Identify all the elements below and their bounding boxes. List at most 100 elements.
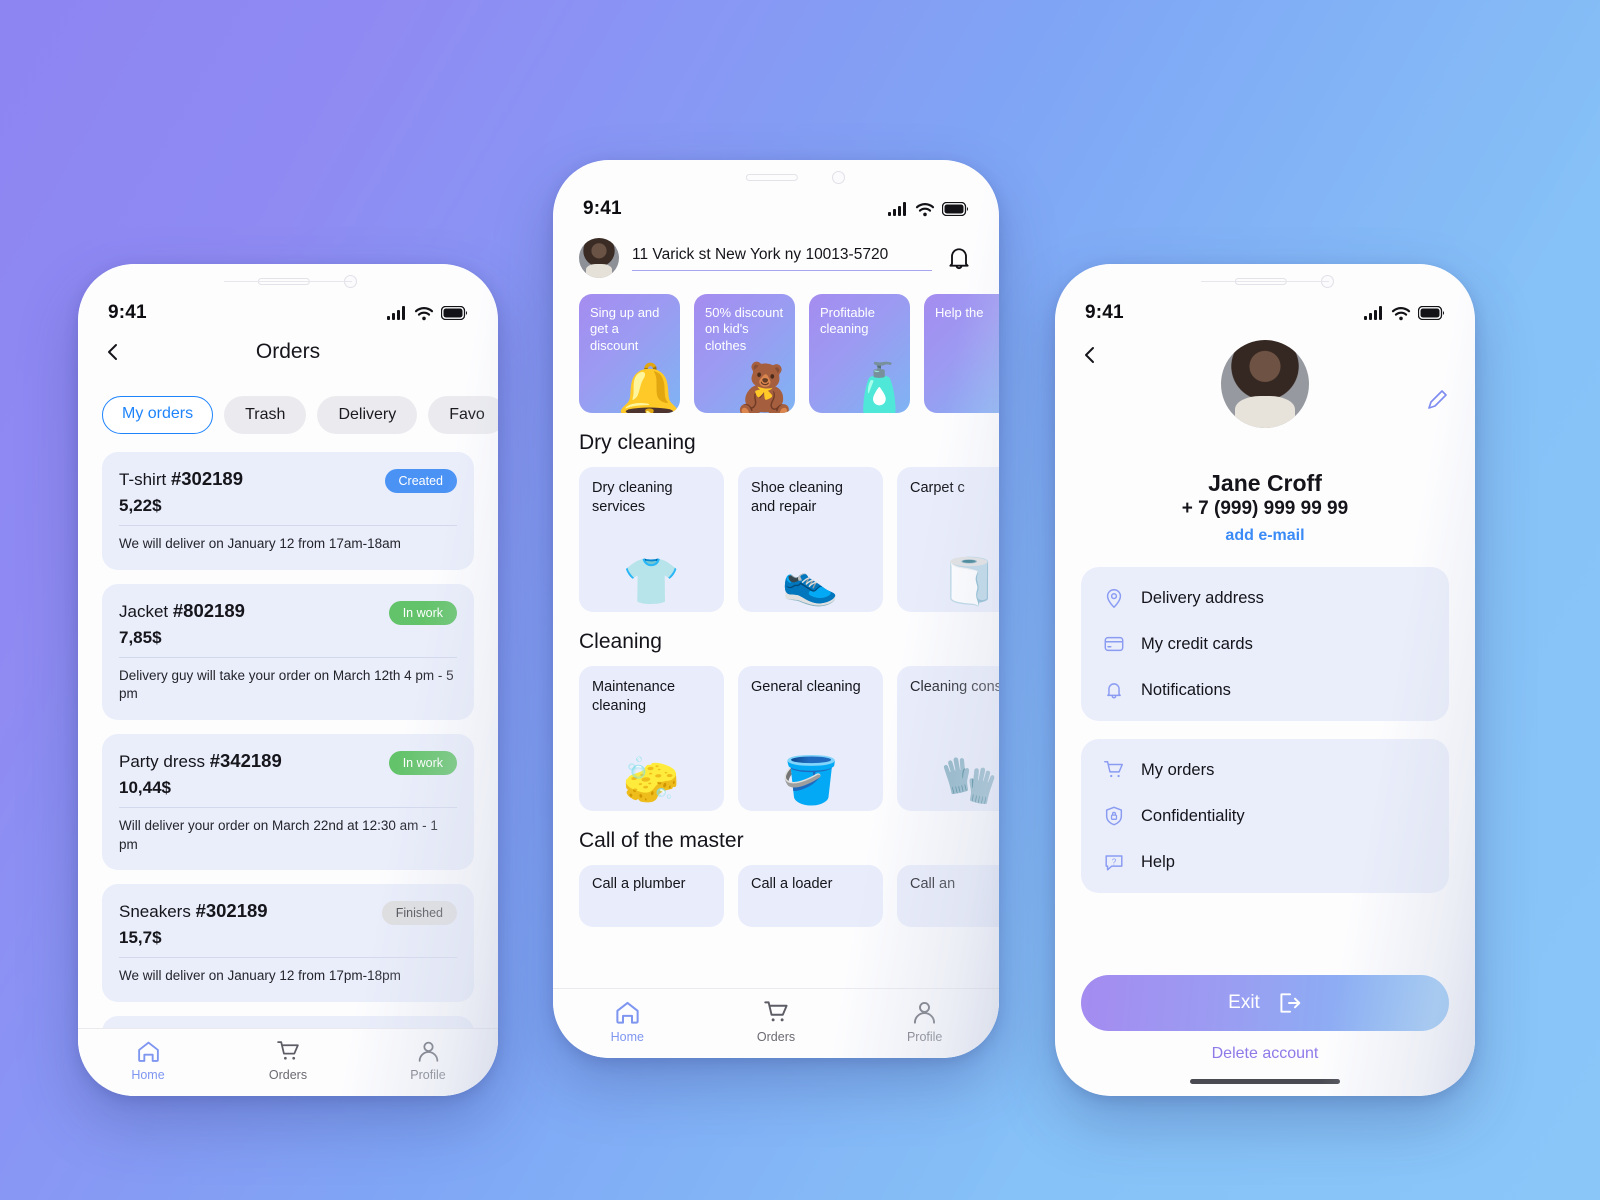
status-divider <box>224 281 352 283</box>
chip-favorites[interactable]: Favo <box>428 396 498 434</box>
status-time: 9:41 <box>1085 302 1124 323</box>
shirt-emoji-icon: 👕 <box>622 555 681 607</box>
order-note: Will deliver your order on March 22nd at… <box>119 817 438 852</box>
tab-orders-label: Orders <box>756 1030 796 1044</box>
battery-icon <box>1418 306 1445 320</box>
order-card[interactable]: Party dress #342189 In work 10,44$ Will … <box>102 733 474 871</box>
service-card-label: Dry cleaning services <box>592 480 673 515</box>
phone3-notch <box>1055 270 1475 296</box>
exit-button[interactable]: Exit <box>1081 975 1449 1031</box>
chip-trash[interactable]: Trash <box>224 396 307 434</box>
order-card[interactable]: T-shirt #302189 Created 5,22$ We will de… <box>102 452 474 570</box>
phone2-notch <box>553 166 999 192</box>
service-card[interactable]: Cleaning construc 🧤 <box>897 666 999 811</box>
order-card[interactable]: Sneakers #302189 Finished 15,7$ We will … <box>102 884 474 1002</box>
phone1-nav-header: Orders <box>78 330 498 374</box>
tab-profile[interactable]: Profile <box>358 1039 498 1082</box>
dry-cleaning-card-row[interactable]: Dry cleaning services 👕 Shoe cleaning an… <box>553 455 999 612</box>
menu-item-delivery-address[interactable]: Delivery address <box>1081 575 1449 621</box>
phone3-status-bar: 9:41 <box>1055 281 1475 330</box>
cleaning-card-row[interactable]: Maintenance cleaning 🧽 General cleaning … <box>553 654 999 811</box>
menu-item-credit-cards[interactable]: My credit cards <box>1081 621 1449 667</box>
page-title: Orders <box>255 340 321 363</box>
chip-my-orders[interactable]: My orders <box>102 396 214 434</box>
status-time: 9:41 <box>108 302 147 323</box>
promo-banner[interactable]: Profitable cleaning 🧴 <box>809 294 910 413</box>
status-divider <box>1201 281 1329 283</box>
service-card[interactable]: Shoe cleaning and repair 👟 <box>738 467 883 612</box>
tab-orders[interactable]: Orders <box>218 1039 358 1082</box>
bell-emoji-icon: 🔔 <box>617 362 680 413</box>
call-card[interactable]: Call a loader <box>738 865 883 927</box>
menu-item-help[interactable]: ? Help <box>1081 839 1449 885</box>
phone2-status-bar: 9:41 <box>553 192 999 226</box>
service-card[interactable]: Maintenance cleaning 🧽 <box>579 666 724 811</box>
cellular-signal-icon <box>1364 305 1382 320</box>
home-indicator <box>1190 1079 1340 1084</box>
service-card[interactable]: General cleaning 🪣 <box>738 666 883 811</box>
order-card[interactable]: Maintenance #302189 Finished Cleaning <box>102 1015 474 1028</box>
call-card[interactable]: Call a plumber <box>579 865 724 927</box>
tab-home[interactable]: Home <box>553 999 702 1044</box>
order-card[interactable]: Jacket #802189 In work 7,85$ Delivery gu… <box>102 583 474 720</box>
bell-icon[interactable] <box>945 244 973 272</box>
wifi-icon <box>414 306 434 320</box>
order-number: #342189 <box>209 749 282 771</box>
order-note: We will deliver on January 12 from 17pm-… <box>119 968 401 984</box>
profile-avatar[interactable] <box>1221 340 1309 428</box>
tab-orders[interactable]: Orders <box>702 999 851 1044</box>
location-pin-icon <box>1106 589 1122 609</box>
battery-icon <box>942 202 969 216</box>
tab-home[interactable]: Home <box>78 1039 218 1082</box>
promo-banner[interactable]: 50% discount on kid's clothes 🧸 <box>694 294 795 413</box>
divider <box>119 656 457 658</box>
order-item-name: Jacket <box>119 601 169 621</box>
phone-profile: 9:41 Jane Croff + 7 (999) 999 99 99 add … <box>1055 264 1475 1096</box>
order-item-name: T-shirt <box>119 470 167 489</box>
credit-card-icon <box>1104 636 1124 652</box>
tab-profile[interactable]: Profile <box>850 999 999 1044</box>
chevron-left-icon[interactable] <box>1081 346 1099 364</box>
promo-banner-text: Help the <box>935 305 984 320</box>
phone1-status-bar: 9:41 <box>78 281 498 330</box>
section-title-call-master: Call of the master <box>579 829 744 852</box>
call-master-card-row[interactable]: Call a plumber Call a loader Call an <box>553 853 999 927</box>
avatar[interactable] <box>579 238 619 278</box>
add-email-link[interactable]: add e-mail <box>1055 527 1475 545</box>
logout-icon <box>1280 993 1301 1013</box>
order-price: 10,44$ <box>119 777 171 797</box>
address-input[interactable]: 11 Varick st New York ny 10013-5720 <box>632 246 932 271</box>
promo-banner-text: Profitable cleaning <box>820 305 875 337</box>
status-badge: In work <box>388 600 457 625</box>
wifi-icon <box>915 202 935 216</box>
spray-emoji-icon: 🧴 <box>847 362 910 413</box>
exit-button-label: Exit <box>1228 992 1260 1013</box>
promo-banner[interactable]: Sing up and get a discount 🔔 <box>579 294 680 413</box>
promo-banner-carousel[interactable]: Sing up and get a discount 🔔 50% discoun… <box>553 278 999 413</box>
menu-item-confidentiality[interactable]: Confidentiality <box>1081 793 1449 839</box>
pencil-icon[interactable] <box>1425 388 1449 412</box>
call-card[interactable]: Call an <box>897 865 999 927</box>
bell-icon <box>1107 683 1121 699</box>
cellular-signal-icon <box>387 305 405 320</box>
promo-banner[interactable]: Help the <box>924 294 999 413</box>
status-badge: In work <box>388 750 457 775</box>
address-value: 11 Varick st New York ny 10013-5720 <box>632 245 889 263</box>
order-number: #302189 <box>170 468 243 489</box>
service-card[interactable]: Dry cleaning services 👕 <box>579 467 724 612</box>
menu-item-my-orders[interactable]: My orders <box>1081 747 1449 793</box>
menu-item-notifications[interactable]: Notifications <box>1081 667 1449 713</box>
call-card-label: Call a plumber <box>592 876 686 892</box>
service-card[interactable]: Carpet c 🧻 <box>897 467 999 612</box>
order-item-name: Party dress <box>119 751 205 771</box>
chip-delivery[interactable]: Delivery <box>317 396 418 434</box>
section-title-dry-cleaning: Dry cleaning <box>579 431 696 454</box>
profile-phone: + 7 (999) 999 99 99 <box>1181 498 1349 519</box>
service-card-label: Cleaning construc <box>910 679 999 695</box>
divider <box>119 525 457 526</box>
order-number: #302189 <box>195 900 268 922</box>
menu-item-label: My credit cards <box>1141 634 1253 653</box>
profile-menu-group-account: Delivery address My credit cards Notific… <box>1081 567 1449 721</box>
delete-account-link[interactable]: Delete account <box>1055 1045 1475 1063</box>
phone1-tab-bar: Home Orders Profile <box>78 1028 498 1096</box>
